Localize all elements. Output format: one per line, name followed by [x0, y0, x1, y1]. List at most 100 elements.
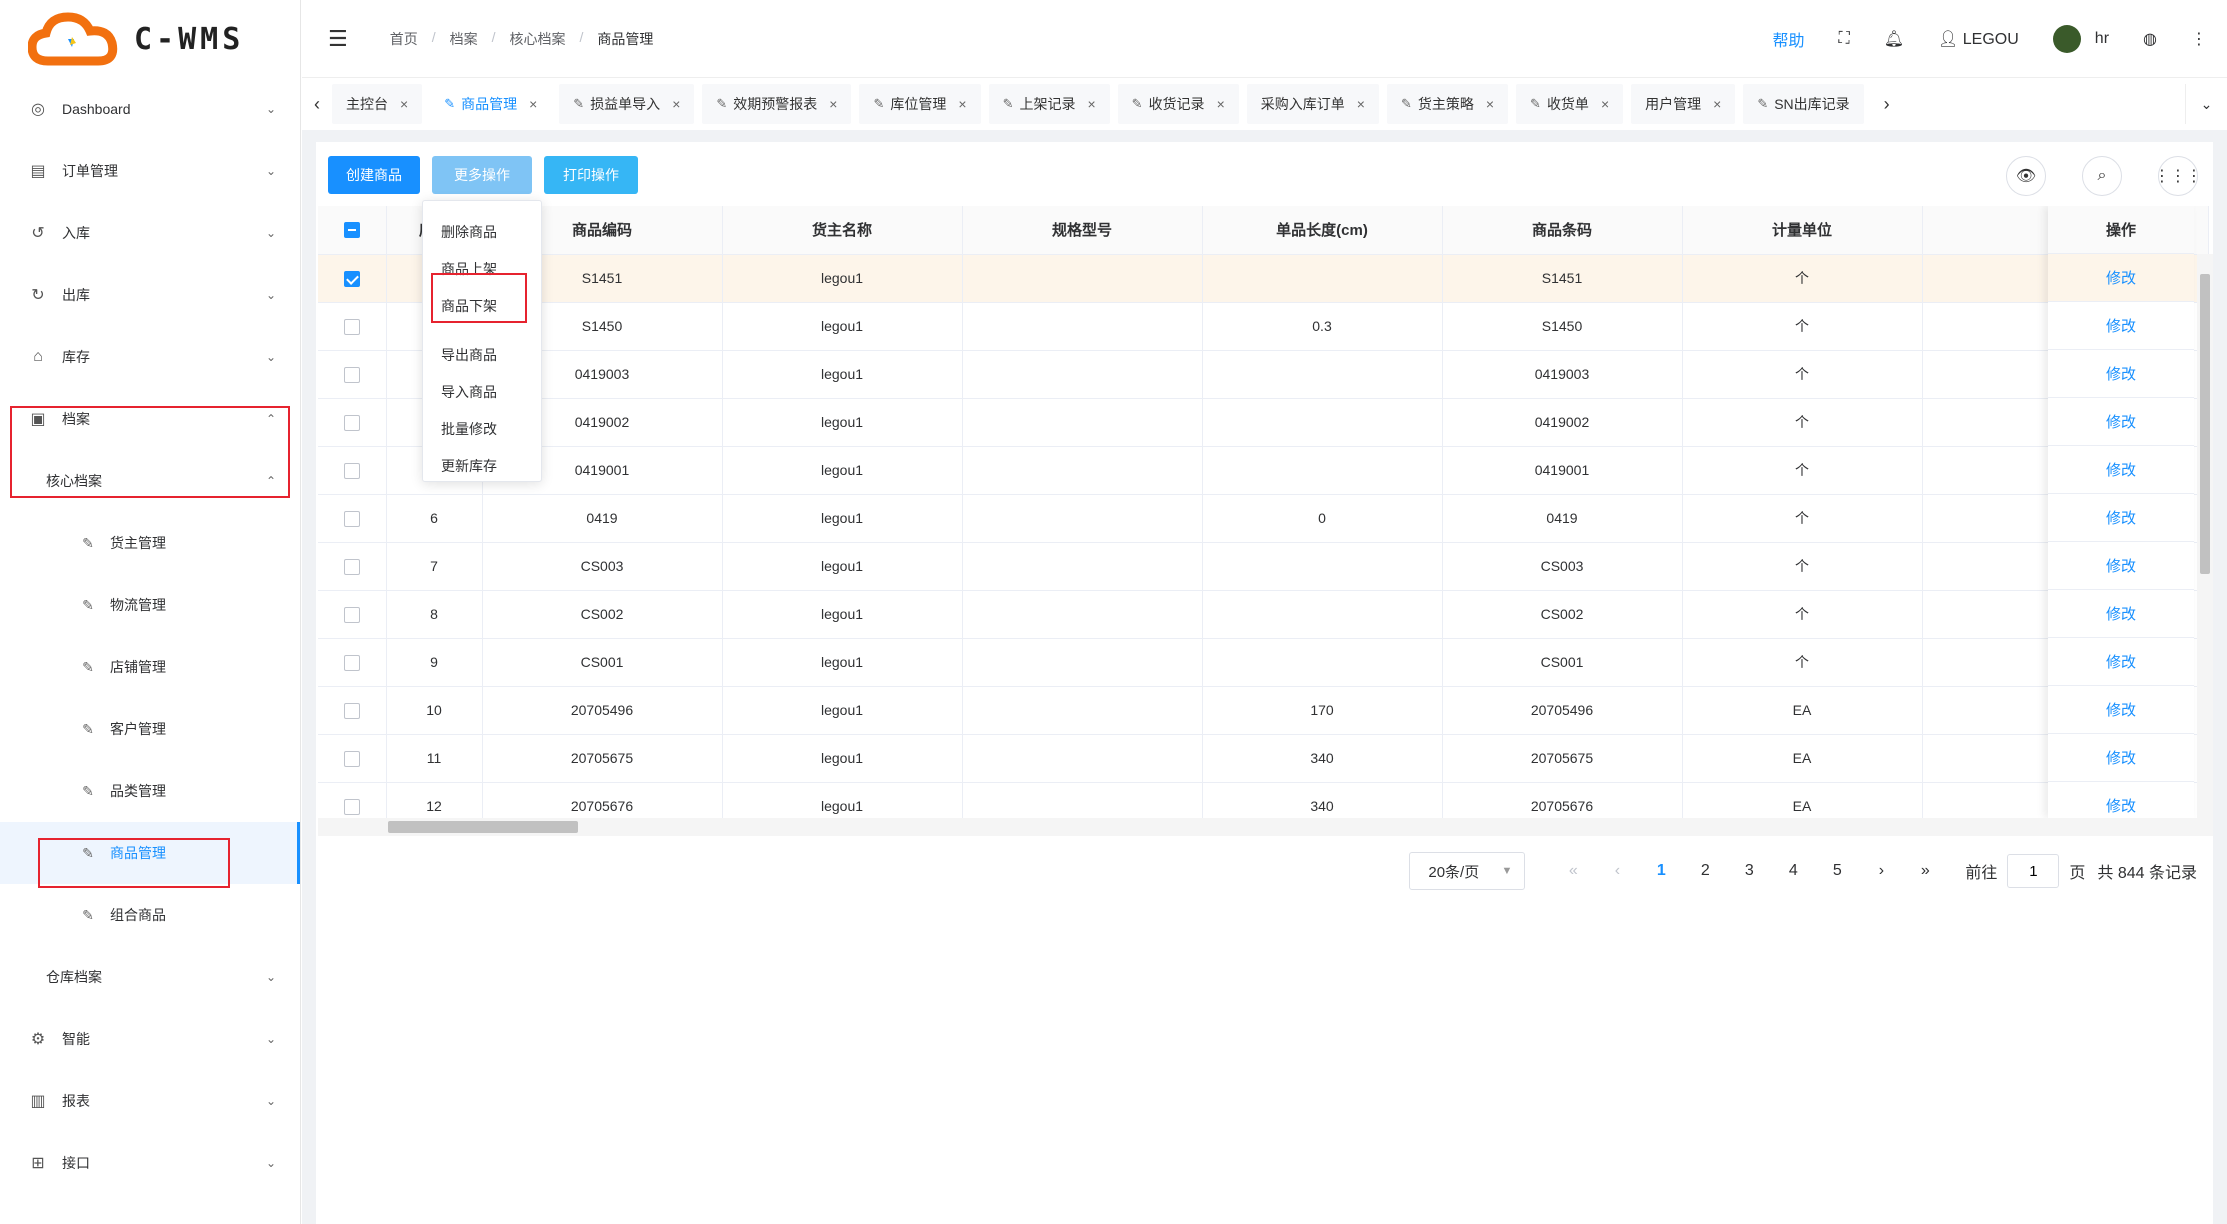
- tab-putaway[interactable]: ✎ 上架记录 ×: [988, 84, 1110, 124]
- last-page-icon[interactable]: »: [1903, 862, 1947, 880]
- table-row[interactable]: 30419003legou10419003个: [318, 350, 2209, 399]
- edit-link[interactable]: 修改: [2048, 494, 2194, 542]
- table-row[interactable]: 11 20705675 legou1 340 20705675 EA: [318, 734, 2209, 783]
- edit-link[interactable]: 修改: [2048, 638, 2194, 686]
- sidebar-item-logistics[interactable]: ✎ 物流管理: [0, 574, 300, 636]
- export-product-item[interactable]: 导出商品: [423, 336, 541, 373]
- close-icon[interactable]: ×: [1357, 96, 1365, 112]
- menu-toggle-icon[interactable]: ☰: [328, 26, 348, 52]
- table-row[interactable]: 12 20705676 legou1 340 20705676 EA: [318, 782, 2209, 818]
- row-checkbox[interactable]: [343, 414, 360, 431]
- edit-link[interactable]: 修改: [2048, 542, 2194, 590]
- tab-product[interactable]: ✎ 商品管理 ×: [430, 84, 552, 124]
- tab-users[interactable]: 用户管理 ×: [1631, 84, 1736, 124]
- row-checkbox[interactable]: [343, 702, 360, 719]
- horizontal-scrollbar[interactable]: [318, 818, 2213, 836]
- sidebar-item-category[interactable]: ✎ 品类管理: [0, 760, 300, 822]
- row-select-cell[interactable]: [318, 638, 387, 687]
- row-select-cell[interactable]: [318, 590, 387, 639]
- sidebar-item-owner[interactable]: ✎ 货主管理: [0, 512, 300, 574]
- search-icon[interactable]: ⌕: [2082, 156, 2122, 196]
- globe-icon[interactable]: ◍: [2143, 29, 2157, 49]
- table-row[interactable]: 2S1450legou10.3S1450个: [318, 302, 2209, 351]
- sidebar-item-warehouse-archive[interactable]: 仓库档案 ⌄: [0, 946, 300, 1008]
- table-row[interactable]: 40419002legou10419002个: [318, 398, 2209, 447]
- goto-page-input[interactable]: [2007, 854, 2060, 888]
- close-icon[interactable]: ×: [1601, 96, 1609, 112]
- row-select-cell[interactable]: [318, 542, 387, 591]
- select-all-cell[interactable]: [318, 206, 387, 255]
- vertical-scrollbar[interactable]: [2197, 254, 2213, 818]
- row-checkbox[interactable]: [343, 750, 360, 767]
- row-checkbox[interactable]: [343, 558, 360, 575]
- row-select-cell[interactable]: [318, 302, 387, 351]
- row-checkbox[interactable]: [343, 318, 360, 335]
- print-button[interactable]: 打印操作: [544, 156, 638, 194]
- row-select-cell[interactable]: [318, 734, 387, 783]
- close-icon[interactable]: ×: [829, 96, 837, 112]
- table-row[interactable]: 10 20705496 legou1 170 20705496 EA: [318, 686, 2209, 735]
- row-checkbox[interactable]: [343, 462, 360, 479]
- table-row[interactable]: 7 CS003 legou1 CS003 个: [318, 542, 2209, 591]
- grid-icon[interactable]: ⋮⋮⋮: [2154, 156, 2202, 196]
- sidebar-item-dashboard[interactable]: ◎ Dashboard ⌄: [0, 78, 300, 140]
- row-select-cell[interactable]: [318, 350, 387, 399]
- edit-link[interactable]: 修改: [2048, 686, 2194, 734]
- row-select-cell[interactable]: [318, 446, 387, 495]
- help-link[interactable]: 帮助: [1772, 27, 1804, 51]
- more-actions-button[interactable]: 更多操作: [432, 156, 532, 194]
- tab-expiry-report[interactable]: ✎ 效期预警报表 ×: [702, 84, 852, 124]
- edit-link[interactable]: 修改: [2048, 782, 2194, 818]
- breadcrumb-archive[interactable]: 档案: [450, 29, 478, 49]
- fullscreen-icon[interactable]: ⛶: [1839, 30, 1850, 48]
- sidebar-item-report[interactable]: ▥ 报表 ⌄: [0, 1070, 300, 1132]
- more-vertical-icon[interactable]: ⋮: [2191, 29, 2207, 49]
- tab-receipt-record[interactable]: ✎ 收货记录 ×: [1117, 84, 1239, 124]
- tab-dashboard[interactable]: 主控台 ×: [332, 84, 423, 124]
- delete-product-item[interactable]: 删除商品: [423, 213, 541, 250]
- sidebar-item-inventory[interactable]: ⌂ 库存 ⌄: [0, 326, 300, 388]
- page-number[interactable]: 2: [1683, 862, 1727, 880]
- row-checkbox[interactable]: [343, 270, 360, 287]
- breadcrumb-core-archive[interactable]: 核心档案: [510, 29, 566, 49]
- row-checkbox[interactable]: [343, 366, 360, 383]
- row-select-cell[interactable]: [318, 686, 387, 735]
- page-number[interactable]: 1: [1639, 862, 1683, 880]
- table-row[interactable]: 6 0419 legou1 0 0419 个: [318, 494, 2209, 543]
- tab-owner-strategy[interactable]: ✎ 货主策略 ×: [1386, 84, 1509, 124]
- row-checkbox[interactable]: [343, 654, 360, 671]
- update-stock-item[interactable]: 更新库存: [423, 447, 541, 484]
- tab-receipt[interactable]: ✎ 收货单 ×: [1516, 84, 1624, 124]
- tab-sn-outbound[interactable]: ✎ SN出库记录: [1743, 84, 1864, 124]
- table-row[interactable]: 8 CS002 legou1 CS002 个: [318, 590, 2209, 639]
- row-select-cell[interactable]: [318, 494, 387, 543]
- table-row[interactable]: 1S1451legou1S1451个: [318, 254, 2209, 303]
- row-checkbox[interactable]: [343, 510, 360, 527]
- scrollbar-thumb[interactable]: [388, 821, 578, 833]
- edit-link[interactable]: 修改: [2048, 398, 2194, 446]
- sidebar-item-smart[interactable]: ⚙ 智能 ⌄: [0, 1008, 300, 1070]
- bell-icon[interactable]: 🔔︎: [1884, 29, 1904, 49]
- next-page-icon[interactable]: ›: [1859, 862, 1903, 880]
- edit-link[interactable]: 修改: [2048, 350, 2194, 398]
- sidebar-item-orders[interactable]: ▤ 订单管理 ⌄: [0, 140, 300, 202]
- select-all-checkbox[interactable]: [343, 222, 360, 239]
- row-checkbox[interactable]: [343, 606, 360, 623]
- account-menu[interactable]: hr: [2052, 25, 2109, 53]
- scrollbar-thumb[interactable]: [2200, 274, 2210, 574]
- create-product-button[interactable]: 创建商品: [328, 156, 420, 194]
- prev-page-icon[interactable]: ‹: [1595, 862, 1639, 880]
- chevron-down-icon[interactable]: ⌄: [2185, 84, 2227, 124]
- sidebar-item-customer[interactable]: ✎ 客户管理: [0, 698, 300, 760]
- chevron-left-icon[interactable]: ‹: [302, 94, 332, 115]
- tab-profit-loss-import[interactable]: ✎ 损益单导入 ×: [559, 84, 695, 124]
- first-page-icon[interactable]: «: [1551, 862, 1595, 880]
- page-number[interactable]: 5: [1815, 862, 1859, 880]
- table-row[interactable]: 50419001legou10419001个: [318, 446, 2209, 495]
- close-icon[interactable]: ×: [1087, 96, 1095, 112]
- close-icon[interactable]: ×: [400, 96, 408, 112]
- breadcrumb-home[interactable]: 首页: [390, 29, 418, 49]
- page-number[interactable]: 3: [1727, 862, 1771, 880]
- edit-link[interactable]: 修改: [2048, 590, 2194, 638]
- tab-purchase-order[interactable]: 采购入库订单 ×: [1246, 84, 1379, 124]
